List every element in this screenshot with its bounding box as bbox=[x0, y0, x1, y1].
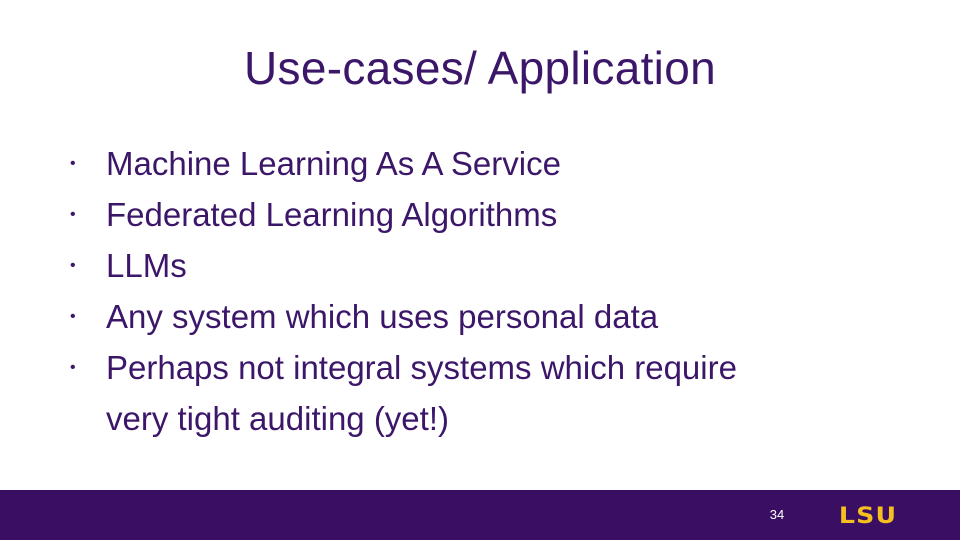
bullet-marker: • bbox=[70, 206, 76, 223]
lsu-logo: LSU bbox=[838, 506, 898, 528]
bullet-text: Any system which uses personal data bbox=[106, 298, 659, 335]
bullet-marker: • bbox=[70, 308, 76, 325]
bullet-item: • Machine Learning As A Service bbox=[66, 138, 926, 189]
bullet-text: Perhaps not integral systems which requi… bbox=[106, 349, 737, 386]
bullet-text: Machine Learning As A Service bbox=[106, 145, 561, 182]
bullet-text: LLMs bbox=[106, 247, 187, 284]
bullet-text: Federated Learning Algorithms bbox=[106, 196, 558, 233]
bullet-item: • Federated Learning Algorithms bbox=[66, 189, 926, 240]
footer-bar: 34 LSU bbox=[0, 490, 960, 540]
page-number: 34 bbox=[769, 507, 785, 522]
bullet-marker: • bbox=[70, 359, 76, 376]
bullet-item: • Perhaps not integral systems which req… bbox=[66, 342, 926, 393]
bullet-marker: • bbox=[70, 257, 76, 274]
bullet-text: very tight auditing (yet!) bbox=[106, 400, 449, 437]
bullet-continuation-line: very tight auditing (yet!) bbox=[66, 393, 926, 444]
slide-title: Use-cases/ Application bbox=[244, 42, 716, 94]
logo-text: LSU bbox=[838, 504, 898, 529]
bullet-list: • Machine Learning As A Service • Federa… bbox=[66, 138, 926, 444]
bullet-marker: • bbox=[70, 155, 76, 172]
slide: Use-cases/ Application • Machine Learnin… bbox=[0, 0, 960, 540]
bullet-item: • Any system which uses personal data bbox=[66, 291, 926, 342]
bullet-item: • LLMs bbox=[66, 240, 926, 291]
